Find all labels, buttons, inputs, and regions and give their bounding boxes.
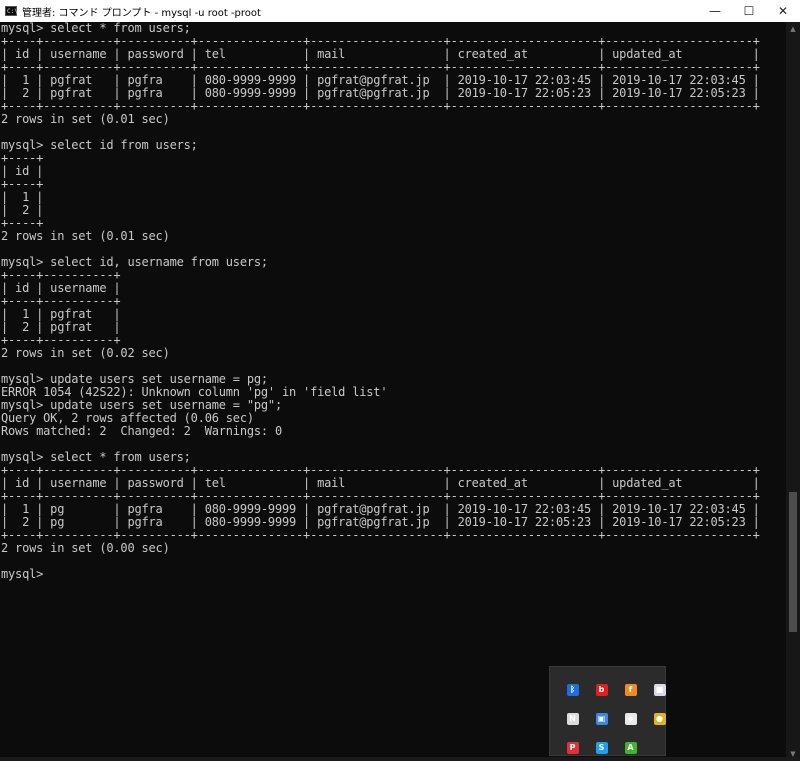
skype-icon[interactable]: S — [595, 741, 608, 754]
console-line: 2 rows in set (0.01 sec) — [1, 112, 170, 126]
close-button[interactable]: ✕ — [766, 0, 800, 22]
nvidia-icon[interactable]: A — [624, 741, 637, 754]
console-line: | 2 | — [1, 203, 44, 217]
tray-icon-cell[interactable]: ◈ — [616, 704, 645, 733]
command-prompt-window: C:\ 管理者: コマンド プロンプト - mysql -u root -pro… — [0, 0, 800, 761]
scroll-up-icon[interactable]: ▲ — [786, 22, 800, 36]
console-line: 2 rows in set (0.02 sec) — [1, 346, 170, 360]
monitor-app-icon[interactable]: ▣ — [595, 712, 608, 725]
vertical-scrollbar[interactable]: ▲ ▼ — [786, 22, 800, 761]
tray-icon-cell[interactable]: b — [587, 675, 616, 704]
console-line: +----+ — [1, 177, 44, 191]
tray-icon-cell[interactable]: ● — [645, 704, 674, 733]
security-shield-icon[interactable]: ◈ — [624, 712, 637, 725]
console-line: | 1 | — [1, 190, 44, 204]
window-controls: — ☐ ✕ — [698, 0, 800, 22]
tray-icon-cell[interactable]: ▣ — [587, 704, 616, 733]
tray-icon-cell[interactable]: f — [616, 675, 645, 704]
cmd-icon: C:\ — [5, 6, 18, 16]
tray-icon-grid: ᛒ b f ■ N ▣ ◈ ● P S A — [558, 675, 674, 761]
bluetooth-icon[interactable]: ᛒ — [566, 683, 579, 696]
console-line: 2 rows in set (0.00 sec) — [1, 541, 170, 555]
console-line: mysql> select id from users; — [1, 138, 198, 152]
title-bar[interactable]: C:\ 管理者: コマンド プロンプト - mysql -u root -pro… — [0, 0, 800, 22]
system-tray-overflow-popup: ᛒ b f ■ N ▣ ◈ ● P S A — [549, 666, 666, 756]
scroll-thumb[interactable] — [789, 492, 797, 632]
maximize-button[interactable]: ☐ — [732, 0, 766, 22]
console-line: 2 rows in set (0.01 sec) — [1, 229, 170, 243]
chrome-icon[interactable]: ● — [653, 712, 666, 725]
console-line — [0, 555, 786, 568]
window-title: 管理者: コマンド プロンプト - mysql -u root -proot — [22, 7, 261, 19]
console-line: Rows matched: 2 Changed: 2 Warnings: 0 — [1, 424, 282, 438]
flash-app-icon[interactable]: f — [624, 683, 637, 696]
minimize-button[interactable]: — — [698, 0, 732, 22]
pdf-app-icon[interactable]: P — [566, 741, 579, 754]
tray-icon-cell[interactable]: N — [558, 704, 587, 733]
console-line: +----+ — [1, 151, 44, 165]
taskbar — [0, 757, 800, 761]
tray-icon-cell[interactable]: ᛒ — [558, 675, 587, 704]
photos-app-icon[interactable]: ■ — [653, 683, 666, 696]
console-line: | id | — [1, 164, 44, 178]
tray-icon-cell[interactable]: ■ — [645, 675, 674, 704]
beats-icon[interactable]: b — [595, 683, 608, 696]
notepad-app-icon[interactable]: N — [566, 712, 579, 725]
console-line: mysql> — [1, 567, 44, 581]
console-output[interactable]: mysql> select * from users; +----+-------… — [0, 22, 786, 761]
